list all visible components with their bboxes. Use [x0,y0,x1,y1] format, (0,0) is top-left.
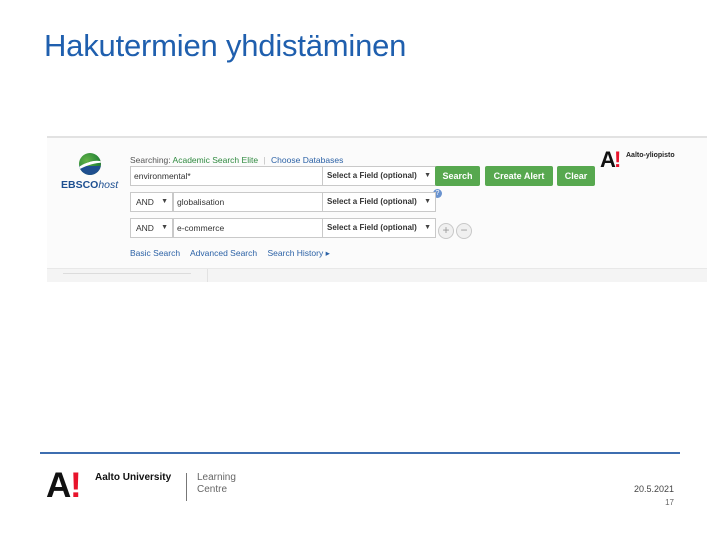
unit-name: Learning Centre [197,472,236,496]
caret-down-icon: ▼ [424,224,431,231]
unit-name-line-1: Learning [197,472,236,483]
footer-rule [40,452,680,454]
database-name[interactable]: Academic Search Elite [173,155,259,165]
results-tab-line [63,273,191,274]
boolean-select-2[interactable]: AND ▼ [130,192,173,212]
search-row-3: AND ▼ e-commerce Select a Field (optiona… [130,218,440,238]
boolean-select-3[interactable]: AND ▼ [130,218,173,238]
field-select-3[interactable]: Select a Field (optional) ▼ [322,218,436,238]
ebsco-logo[interactable]: EBSCOhost [61,153,131,195]
field-select-label: Select a Field (optional) [327,197,417,206]
results-divider [207,269,208,282]
field-select-label: Select a Field (optional) [327,171,417,180]
searching-line: Searching: Academic Search Elite | Choos… [130,155,343,165]
ebsco-logo-text: EBSCOhost [61,179,119,191]
slide-date: 20.5.2021 [633,484,674,494]
ebsco-search-screenshot: EBSCOhost Searching: Academic Search Eli… [47,136,707,282]
caret-down-icon: ▼ [161,224,168,231]
field-select-2[interactable]: Select a Field (optional) ▼ [322,192,436,212]
page-number: 17 [665,498,674,507]
basic-search-link[interactable]: Basic Search [130,248,180,258]
add-row-icon[interactable]: + [438,223,454,239]
search-panel: EBSCOhost Searching: Academic Search Eli… [47,138,707,269]
search-term-input-3[interactable]: e-commerce [173,218,323,238]
search-history-link[interactable]: Search History ▸ [267,248,329,258]
separator: | [263,155,266,165]
search-links: Basic Search Advanced Search Search Hist… [130,248,338,259]
caret-down-icon: ▼ [424,172,431,179]
search-row-2: AND ▼ globalisation Select a Field (opti… [130,192,440,212]
aalto-exclamation-icon: ! [614,147,622,172]
search-row-1: environmental* Select a Field (optional)… [130,166,630,186]
unit-name-line-2: Centre [197,484,228,495]
search-button[interactable]: Search [435,166,480,186]
slide-title: Hakutermien yhdistäminen [44,28,407,63]
university-name: Aalto University [95,472,172,483]
create-alert-button[interactable]: Create Alert [485,166,553,186]
aalto-exclamation-icon: ! [70,466,82,505]
boolean-label: AND [136,223,154,233]
field-select-1[interactable]: Select a Field (optional) ▼ [322,166,436,186]
ebsco-globe-icon [79,153,101,175]
boolean-label: AND [136,197,154,207]
remove-row-icon[interactable]: − [456,223,472,239]
caret-down-icon: ▼ [161,198,168,205]
clear-button[interactable]: Clear [557,166,595,186]
aalto-a-icon: A [46,466,72,505]
results-strip [47,269,707,282]
search-term-input-1[interactable]: environmental* [130,166,323,186]
caret-down-icon: ▼ [424,198,431,205]
advanced-search-link[interactable]: Advanced Search [190,248,257,258]
footer-divider [186,473,187,501]
institution-name: Aalto-yliopisto [626,152,675,159]
field-select-label: Select a Field (optional) [327,223,417,232]
searching-label: Searching: [130,155,171,165]
choose-databases-link[interactable]: Choose Databases [271,155,343,165]
search-term-input-2[interactable]: globalisation [173,192,323,212]
